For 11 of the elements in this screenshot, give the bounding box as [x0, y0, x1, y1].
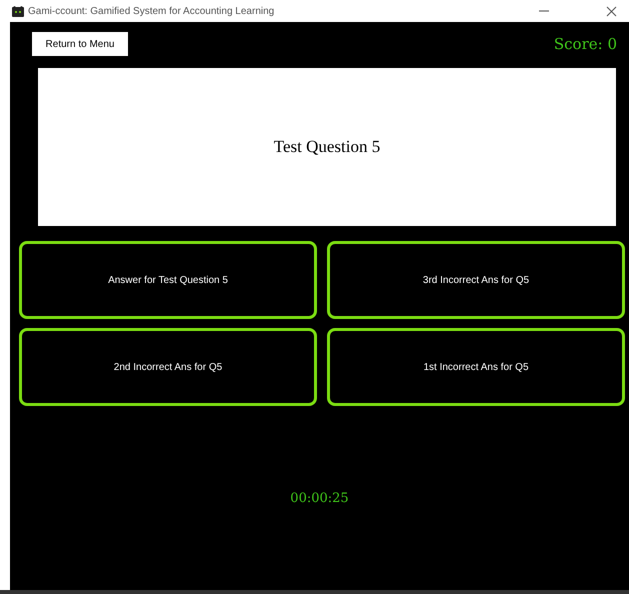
score-label: Score: 0: [554, 34, 617, 55]
answer-button[interactable]: 1st Incorrect Ans for Q5: [327, 328, 625, 406]
answer-button[interactable]: Answer for Test Question 5: [19, 241, 317, 319]
timer-label: 00:00:25: [290, 491, 349, 506]
window-title: Gami-ccount: Gamified System for Accounting Learning: [28, 4, 274, 18]
question-text: Test Question 5: [274, 136, 380, 158]
return-to-menu-button[interactable]: Return to Menu: [32, 32, 128, 56]
answer-button[interactable]: 3rd Incorrect Ans for Q5: [327, 241, 625, 319]
answer-button[interactable]: 2nd Incorrect Ans for Q5: [19, 328, 317, 406]
cat-app-icon: [12, 6, 24, 16]
close-icon[interactable]: [606, 6, 617, 16]
